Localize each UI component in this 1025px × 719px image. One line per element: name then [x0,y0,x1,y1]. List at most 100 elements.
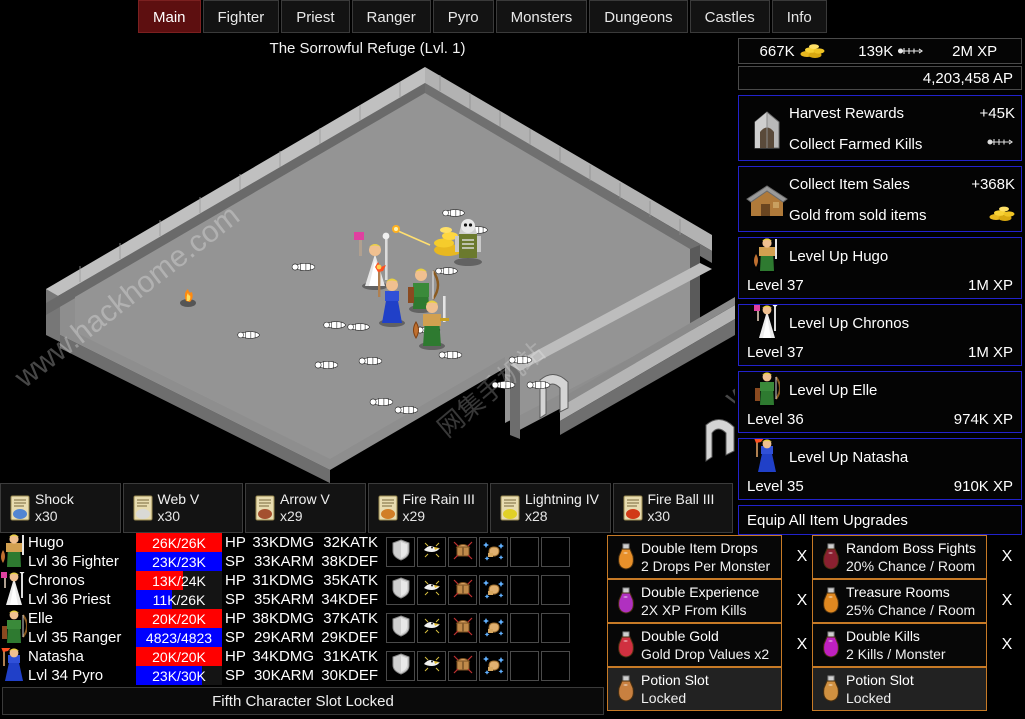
equipment-slot[interactable] [386,651,415,681]
levelup-card[interactable]: Level Up Chronos Level 37 1M XP [738,304,1022,366]
tab-fighter[interactable]: Fighter [202,0,280,33]
equipment-slot[interactable] [510,575,539,605]
levelup-xp: 1M XP [967,276,1013,294]
bonus-subtitle: 25% Chance / Room [846,602,976,618]
bonus-close-button[interactable]: X [993,535,1021,579]
spell-slot[interactable]: Lightning IV x28 [490,483,611,533]
defense-stat: 29KDEF [321,629,378,646]
scroll-arrow-icon [250,494,280,522]
equip-all-upgrades-button[interactable]: Equip All Item Upgrades [738,505,1022,535]
equipment-slot[interactable] [479,613,508,643]
bonus-card[interactable]: Double Item Drops 2 Drops Per Monster [607,535,782,579]
bonus-subtitle: 20% Chance / Room [846,558,976,574]
equipment-slot[interactable] [448,575,477,605]
reward-card[interactable]: Harvest Rewards +45K Collect Farmed Kills [738,95,1022,161]
bonus-card[interactable]: Potion Slot Locked [607,667,782,711]
bonus-close-button[interactable]: X [993,579,1021,623]
levelup-level: Level 37 [747,343,804,361]
levelup-card[interactable]: Level Up Elle Level 36 974K XP [738,371,1022,433]
equipment-slot[interactable] [386,537,415,567]
levelup-card[interactable]: Level Up Natasha Level 35 910K XP [738,438,1022,500]
hp-bar: 20K/20K [136,609,222,628]
equipment-slot[interactable] [479,651,508,681]
equipment-slot[interactable] [479,537,508,567]
sp-bar: 23K/23K [136,552,222,571]
sp-value: 11K/26K [152,591,206,608]
spell-slot[interactable]: Web Vx30 [122,483,243,533]
scroll-fireball-icon [618,494,648,522]
equipment-slot[interactable] [417,613,446,643]
equipment-slots [382,537,570,567]
spell-qty: x29 [402,508,426,524]
bonus-card[interactable]: Potion Slot Locked [812,667,987,711]
equipment-slot[interactable] [541,613,570,643]
equipment-slot[interactable] [541,651,570,681]
character-row[interactable]: Natasha Lvl 34 Pyro 20K/20K 23K/30K HP SP 34KD… [0,647,605,685]
bonus-subtitle: 2X XP From Kills [641,602,747,618]
scroll-shock-icon [5,494,35,522]
equipment-slot[interactable] [510,613,539,643]
reward-amount: +368K [971,176,1015,193]
tab-dungeons[interactable]: Dungeons [589,0,688,33]
tab-main[interactable]: Main [138,0,201,33]
tab-priest[interactable]: Priest [281,0,350,33]
defense-stat: 38KDEF [321,553,378,570]
equipment-slot[interactable] [448,613,477,643]
muscle-icon [482,615,505,642]
equipment-slot[interactable] [448,651,477,681]
tab-pyro[interactable]: Pyro [432,0,494,33]
gold-coins-icon [800,44,825,58]
sp-value: 4823/4823 [145,629,213,646]
dungeon-map[interactable]: www.hackhome.com [0,35,735,483]
spell-slot[interactable]: Fire Ball III x30 [612,483,733,533]
equipment-slot[interactable] [386,613,415,643]
levelup-card[interactable]: Level Up Hugo Level 37 1M XP [738,237,1022,299]
bonus-card[interactable]: Double Kills 2 Kills / Monster [812,623,987,667]
character-row[interactable]: Hugo Lvl 36 Fighter 26K/26K 23K/23K HP SP 33KD… [0,533,605,571]
character-row[interactable]: Chronos Lvl 36 Priest 13K/24K 11K/26K HP SP 31… [0,571,605,609]
bonus-card[interactable]: Random Boss Fights 20% Chance / Room [812,535,987,579]
equipment-slot[interactable] [479,575,508,605]
bonus-card[interactable]: Treasure Rooms 25% Chance / Room [812,579,987,623]
character-name: Chronos [28,572,85,589]
eagle-icon [421,577,443,604]
spell-slot[interactable]: Fire Rain III x29 [367,483,488,533]
sp-bar: 23K/30K [136,666,222,685]
tab-ranger[interactable]: Ranger [351,0,431,33]
spell-slot[interactable]: Shock x30 [0,483,121,533]
hp-value: 26K/26K [152,534,206,551]
equipment-slot[interactable] [541,537,570,567]
potion-red-icon [611,630,641,660]
equipment-slot[interactable] [417,537,446,567]
equipment-slot[interactable] [510,537,539,567]
equipment-slot[interactable] [386,575,415,605]
tab-castles[interactable]: Castles [689,0,770,33]
bonus-card[interactable]: Double Gold Gold Drop Values x2 [607,623,782,667]
defense-stat: 34KDEF [321,591,378,608]
bonus-subtitle: 2 Kills / Monster [846,646,946,662]
chest-icon [452,577,474,604]
equipment-slot[interactable] [417,575,446,605]
shield-icon [391,538,411,566]
shield-icon [391,614,411,642]
potion-orange-icon [816,674,846,704]
bonus-close-button[interactable]: X [993,623,1021,667]
levelup-xp: 1M XP [967,343,1013,361]
spell-qty: x30 [157,508,181,524]
equipment-slot[interactable] [448,537,477,567]
reward-card[interactable]: Collect Item Sales +368K Gold from sold it… [738,166,1022,232]
tab-monsters[interactable]: Monsters [495,0,588,33]
equipment-slot[interactable] [541,575,570,605]
tab-info[interactable]: Info [771,0,827,33]
armor-stat: 29KARM [253,629,314,646]
spell-slot[interactable]: Arrow Vx29 [245,483,366,533]
spell-name: Fire Ball III [647,491,715,507]
equipment-slot[interactable] [510,651,539,681]
equipment-slot[interactable] [417,651,446,681]
sp-value: 23K/30K [152,667,206,684]
hp-value: 13K/24K [152,572,206,589]
bonus-card[interactable]: Double Experience 2X XP From Kills [607,579,782,623]
character-row[interactable]: Elle Lvl 35 Ranger 20K/20K 4823/4823 HP SP 38K… [0,609,605,647]
levelup-level: Level 37 [747,276,804,294]
fifth-slot-locked-banner[interactable]: Fifth Character Slot Locked [2,687,604,715]
